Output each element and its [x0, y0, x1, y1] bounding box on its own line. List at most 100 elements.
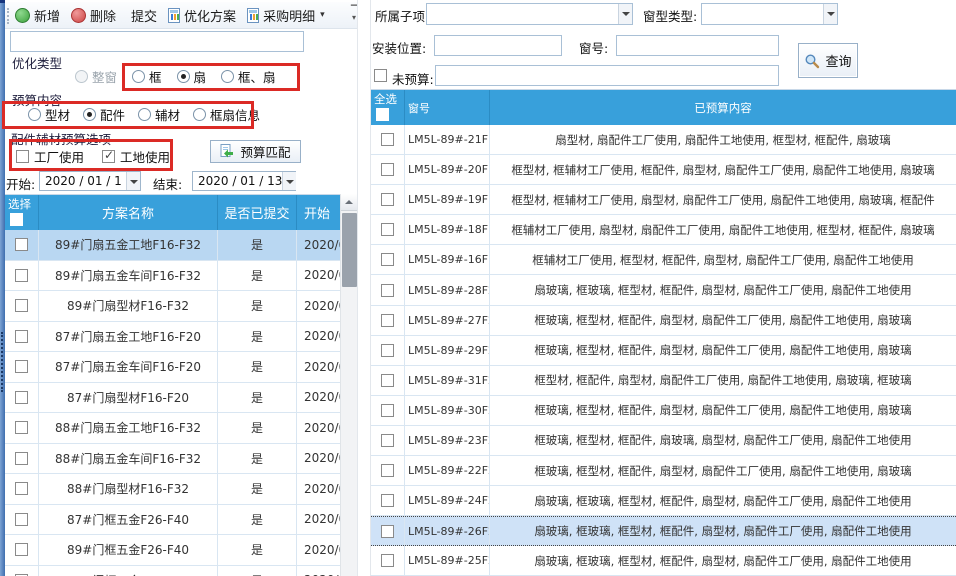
row-checkbox[interactable] [15, 543, 28, 556]
budget-table-row[interactable]: LM5L-89#-20F18 框型材, 框辅材工厂使用, 框配件, 扇型材, 扇… [371, 155, 956, 185]
budget-table-row[interactable]: LM5L-89#-21F19 扇型材, 扇配件工厂使用, 扇配件工地使用, 框型… [371, 125, 956, 155]
row-checkbox[interactable] [381, 253, 394, 266]
window-no-input[interactable] [616, 35, 779, 56]
budget-table-row[interactable]: LM5L-89#-27F25 框玻璃, 框型材, 框配件, 扇型材, 扇配件工厂… [371, 306, 956, 336]
checkbox-option[interactable]: 工厂使用 [16, 147, 84, 166]
radio-option[interactable]: 辅材 [138, 105, 180, 124]
query-button[interactable]: 查询 [798, 43, 858, 78]
window-no-cell: LM5L-89#-16F15 [405, 245, 490, 274]
start-date-picker[interactable]: 2020 / 01 / 1 [39, 171, 141, 191]
submitted-cell: 是 [218, 505, 297, 535]
date-dropdown-icon[interactable] [126, 172, 140, 190]
row-checkbox[interactable] [381, 314, 394, 327]
radio-option[interactable]: 框 [132, 67, 162, 86]
window-no-cell: LM5L-89#-22F20 [405, 456, 490, 485]
combo-dropdown-icon[interactable] [618, 4, 632, 24]
plan-table-row[interactable]: 87#门扇型材F16-F20 是 2020/0 [5, 383, 340, 414]
submitted-cell: 是 [218, 444, 297, 474]
budget-table-row[interactable]: LM5L-89#-28F26 扇玻璃, 框玻璃, 框型材, 框配件, 扇型材, … [371, 275, 956, 305]
row-checkbox[interactable] [15, 330, 28, 343]
row-checkbox[interactable] [15, 360, 28, 373]
row-checkbox[interactable] [15, 269, 28, 282]
row-checkbox[interactable] [381, 404, 394, 417]
row-checkbox[interactable] [15, 299, 28, 312]
toolbar-button[interactable]: 优化方案 ▾ [168, 6, 236, 25]
plan-table-row[interactable]: 88#门扇五金工地F16-F32 是 2020/0 [5, 413, 340, 444]
row-checkbox[interactable] [381, 374, 394, 387]
budget-table-row[interactable]: LM5L-89#-24F22 扇玻璃, 框玻璃, 框型材, 框配件, 扇型材, … [371, 486, 956, 516]
row-checkbox[interactable] [15, 452, 28, 465]
radio-option[interactable]: 框、扇 [221, 67, 276, 86]
plan-filter-input[interactable] [10, 31, 304, 52]
radio-option[interactable]: 整窗 [75, 67, 117, 86]
plan-table-row[interactable]: 89#门框五金F26-F40 是 2020/0 [5, 535, 340, 566]
row-checkbox[interactable] [381, 344, 394, 357]
row-checkbox[interactable] [381, 133, 394, 146]
plan-table-scrollbar[interactable] [340, 194, 357, 576]
row-checkbox[interactable] [381, 525, 394, 538]
scrollbar-up-arrow-icon[interactable] [341, 194, 358, 211]
radio-option[interactable]: 配件 [83, 105, 125, 124]
radio-option[interactable]: 框扇信息 [193, 105, 260, 124]
row-checkbox[interactable] [15, 513, 28, 526]
budget-table-row[interactable]: LM5L-89#-25F23 扇玻璃, 框玻璃, 框型材, 框配件, 扇型材, … [371, 546, 956, 576]
plan-table-row[interactable]: 88#门扇型材F16-F32 是 2020/0 [5, 474, 340, 505]
sub-item-combobox[interactable] [426, 3, 633, 25]
plan-table-row[interactable]: 89#门扇型材F16-F32 是 2020/0 [5, 291, 340, 322]
install-position-input[interactable] [434, 35, 562, 56]
splitter-grip-icon[interactable] [1, 332, 3, 392]
sub-item-label: 所属子项: [375, 6, 429, 25]
end-date-picker[interactable]: 2020 / 01 / 13 [192, 171, 296, 191]
start-date-cell: 2020/0 [297, 352, 340, 382]
budget-match-button[interactable]: 预算匹配 [210, 140, 301, 163]
budget-table-row[interactable]: LM5L-89#-18F16 框辅材工厂使用, 扇型材, 扇配件工厂使用, 扇配… [371, 215, 956, 245]
row-checkbox[interactable] [381, 554, 394, 567]
budget-table-row[interactable]: LM5L-89#-26F24 扇玻璃, 框玻璃, 框型材, 框配件, 扇型材, … [371, 516, 956, 546]
row-checkbox[interactable] [15, 391, 28, 404]
toolbar-button[interactable]: 提交 ▾ [127, 6, 157, 25]
select-column-header: 选择 [5, 195, 39, 230]
unbudgeted-checkbox[interactable] [374, 69, 387, 82]
row-checkbox[interactable] [381, 464, 394, 477]
date-dropdown-icon[interactable] [282, 172, 296, 190]
row-checkbox[interactable] [15, 421, 28, 434]
combo-dropdown-icon[interactable] [823, 4, 837, 24]
panel-splitter[interactable] [357, 0, 371, 576]
row-checkbox[interactable] [15, 482, 28, 495]
checkbox-option[interactable]: 工地使用 [102, 147, 170, 166]
plan-table-row[interactable]: 87#门扇五金车间F16-F20 是 2020/0 [5, 352, 340, 383]
select-all-checkbox[interactable] [376, 108, 389, 121]
row-checkbox[interactable] [15, 238, 28, 251]
plan-table-row[interactable]: 87#门扇五金工地F16-F20 是 2020/0 [5, 322, 340, 353]
budget-table-row[interactable]: LM5L-89#-31F29 框型材, 框配件, 扇型材, 扇配件工厂使用, 扇… [371, 366, 956, 396]
row-checkbox[interactable] [381, 494, 394, 507]
scrollbar-thumb[interactable] [342, 213, 357, 287]
row-checkbox[interactable] [381, 193, 394, 206]
toolbar-button[interactable]: 删除 ▾ [71, 6, 116, 25]
row-checkbox[interactable] [381, 163, 394, 176]
budget-table-row[interactable]: LM5L-89#-30F28 框玻璃, 框型材, 框配件, 扇型材, 扇配件工厂… [371, 396, 956, 426]
plan-table-row[interactable]: 89#门扇五金工地F16-F32 是 2020/0 [5, 230, 340, 261]
unbudgeted-input[interactable] [435, 65, 779, 86]
budgeted-content-cell: 框型材, 框配件, 扇型材, 扇配件工厂使用, 扇配件工地使用, 扇玻璃, 框玻… [490, 366, 956, 395]
window-type-combobox[interactable] [701, 3, 838, 25]
radio-option[interactable]: 型材 [28, 105, 70, 124]
radio-icon [75, 70, 88, 83]
row-checkbox[interactable] [381, 223, 394, 236]
budgeted-content-cell: 框玻璃, 框型材, 框配件, 扇玻璃, 扇型材, 扇配件工厂使用, 扇配件工地使… [490, 426, 956, 455]
toolbar-button[interactable]: 采购明细 ▾ [247, 6, 325, 25]
row-checkbox[interactable] [381, 434, 394, 447]
budget-table-row[interactable]: LM5L-89#-23F21 框玻璃, 框型材, 框配件, 扇玻璃, 扇型材, … [371, 426, 956, 456]
budget-table-row[interactable]: LM5L-89#-19F17 框型材, 框辅材工厂使用, 扇型材, 扇配件工厂使… [371, 185, 956, 215]
plan-table-row[interactable]: 88#门扇五金车间F16-F32 是 2020/0 [5, 444, 340, 475]
row-checkbox[interactable] [381, 284, 394, 297]
radio-option[interactable]: 扇 [177, 67, 207, 86]
toolbar-button[interactable]: 新增 ▾ [15, 6, 60, 25]
plan-table-row[interactable]: 88#门框五金F21-F40 是 2020/0 [5, 566, 340, 576]
budget-table-row[interactable]: LM5L-89#-29F27 框玻璃, 框型材, 框配件, 扇型材, 扇配件工厂… [371, 336, 956, 366]
plan-table-row[interactable]: 89#门扇五金车间F16-F32 是 2020/0 [5, 261, 340, 292]
budget-table-row[interactable]: LM5L-89#-22F20 框玻璃, 框型材, 框配件, 扇型材, 扇配件工厂… [371, 456, 956, 486]
budget-table-row[interactable]: LM5L-89#-16F15 框辅材工厂使用, 框型材, 框配件, 扇型材, 扇… [371, 245, 956, 275]
plan-table-row[interactable]: 87#门框五金F26-F40 是 2020/0 [5, 505, 340, 536]
select-all-checkbox[interactable] [10, 213, 23, 226]
